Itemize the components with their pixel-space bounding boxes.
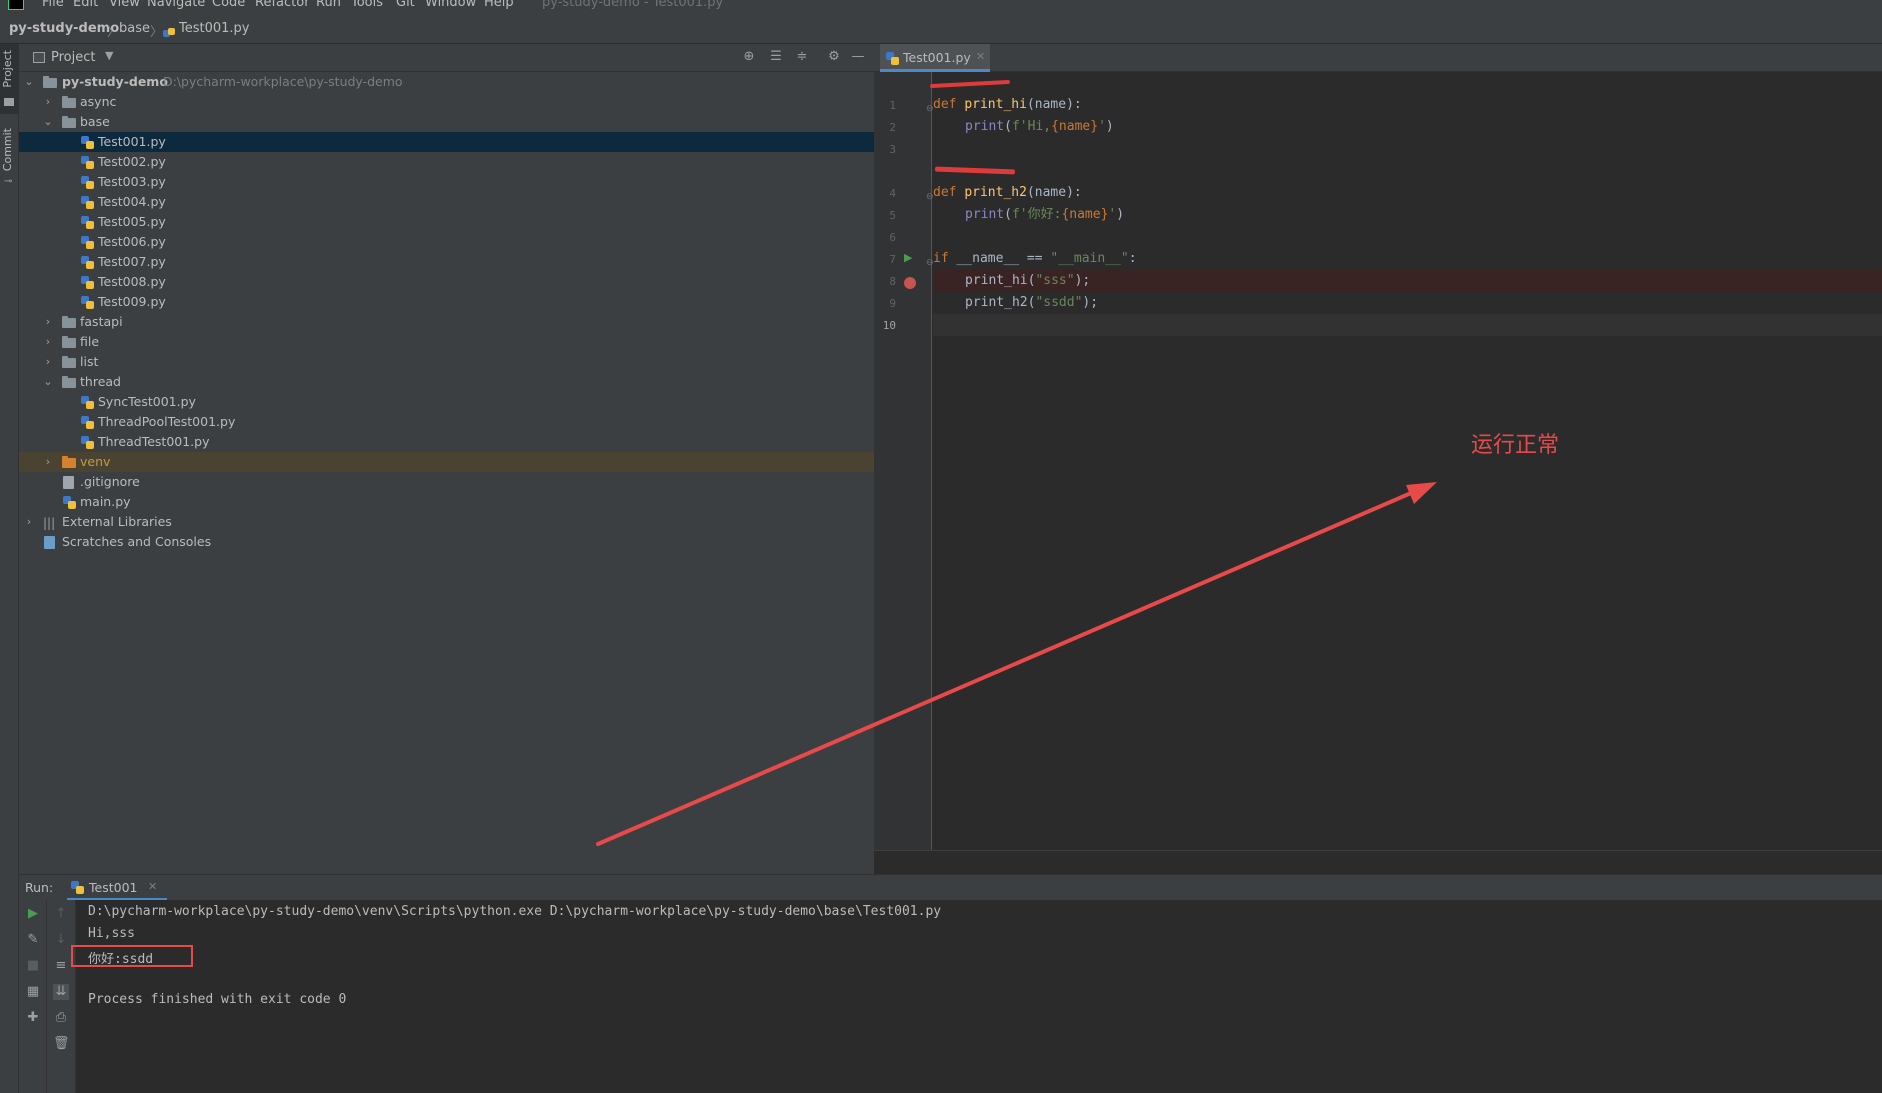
arrow-head [1406,482,1437,504]
annotation-arrow [596,482,1437,846]
arrow-line [596,485,1427,846]
